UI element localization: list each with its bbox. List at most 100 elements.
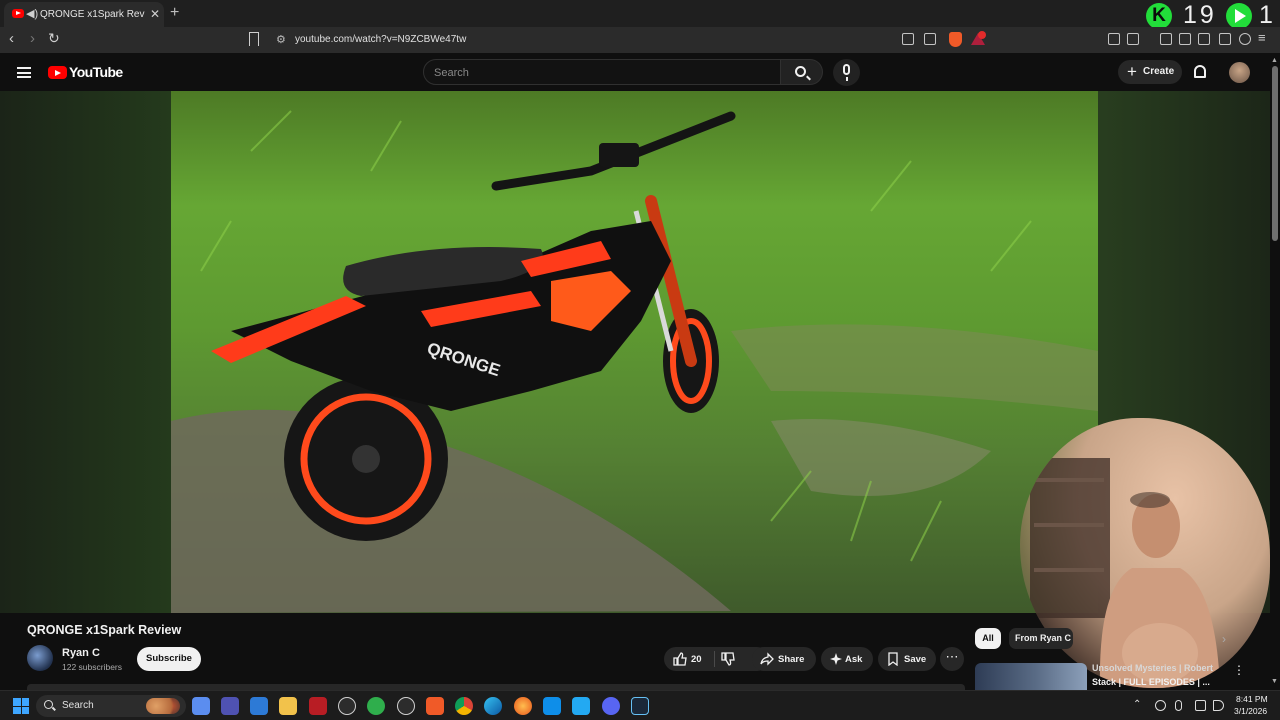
kick-counter: 19 <box>1183 1 1217 29</box>
r-app-icon[interactable] <box>250 697 268 715</box>
page-scrollbar[interactable] <box>1270 56 1280 690</box>
taskbar-search-label: Search <box>62 700 94 711</box>
steam-app-icon[interactable] <box>631 697 649 715</box>
leo-ai-icon[interactable] <box>1219 33 1231 45</box>
github-app-icon[interactable] <box>397 697 415 715</box>
extensions-icon[interactable] <box>1108 33 1120 45</box>
new-tab-button[interactable]: + <box>170 4 179 22</box>
scrollbar-thumb[interactable] <box>1272 66 1278 241</box>
search-box[interactable] <box>423 59 781 85</box>
video-title: QRONGE x1Spark Review <box>27 623 182 637</box>
save-button[interactable]: Save <box>878 647 936 671</box>
windows-start-icon[interactable] <box>13 698 29 714</box>
save-bookmark-icon <box>888 652 898 666</box>
search-button[interactable] <box>781 59 823 85</box>
microphone-tray-icon[interactable] <box>1175 700 1182 711</box>
vpn-icon[interactable] <box>1239 33 1251 45</box>
ask-button[interactable]: Ask <box>821 647 873 671</box>
thumbs-up-icon[interactable] <box>673 652 687 666</box>
vscode-app-icon[interactable] <box>572 697 590 715</box>
teamviewer-app-icon[interactable] <box>543 697 561 715</box>
youtube-logo-icon[interactable] <box>48 66 67 79</box>
browser-tab-bar: ◀) QRONGE x1Spark Review - YouTube ✕ + K… <box>0 0 1280 29</box>
video-player[interactable]: QRONGE <box>171 91 1098 613</box>
clock-app-icon[interactable] <box>338 697 356 715</box>
chip-from-channel[interactable]: From Ryan C <box>1009 628 1073 649</box>
file-explorer-icon[interactable] <box>279 697 297 715</box>
teams-app-icon[interactable] <box>221 697 239 715</box>
taskbar-search[interactable]: Search <box>36 695 186 717</box>
firefox-app-icon[interactable] <box>514 697 532 715</box>
share-label: Share <box>778 654 805 665</box>
brave-shield-icon[interactable] <box>949 32 962 47</box>
scroll-down-icon[interactable]: ▼ <box>1271 678 1278 685</box>
share-button[interactable]: Share <box>752 647 816 671</box>
thumbs-down-icon[interactable] <box>721 652 735 666</box>
voice-search-button[interactable] <box>833 59 860 86</box>
play-logo-icon <box>1226 3 1252 29</box>
channel-avatar[interactable] <box>27 645 53 671</box>
create-button[interactable]: + Create <box>1118 60 1182 84</box>
play-counter: 1 <box>1259 1 1273 29</box>
like-divider <box>714 651 715 667</box>
chevron-right-icon[interactable]: › <box>1222 632 1226 646</box>
reader-icon[interactable] <box>1198 33 1210 45</box>
youtube-header: YouTube + Create <box>0 53 1280 91</box>
channel-name[interactable]: Ryan C <box>62 647 100 659</box>
site-settings-icon[interactable]: ⚙ <box>276 33 286 46</box>
reload-icon[interactable]: ↻ <box>48 30 60 47</box>
forward-icon[interactable]: › <box>30 30 35 47</box>
recommendation-title-line2[interactable]: Stack | FULL EPISODES | ... <box>1092 677 1222 687</box>
back-icon[interactable]: ‹ <box>9 30 14 47</box>
like-count[interactable]: 20 <box>691 654 702 665</box>
widgets-app-icon[interactable] <box>192 697 210 715</box>
url-field[interactable]: youtube.com/watch?v=N9ZCBWe47tw <box>295 34 466 45</box>
speaker-icon[interactable]: ◀) <box>26 7 38 20</box>
subscribe-button[interactable]: Subscribe <box>137 647 201 671</box>
sidebar-icon[interactable] <box>1179 33 1191 45</box>
browser-tab[interactable]: ◀) QRONGE x1Spark Review - YouTube ✕ <box>4 2 164 27</box>
youtube-logo-text[interactable]: YouTube <box>69 64 123 80</box>
start-tile <box>21 698 29 706</box>
media-icon[interactable] <box>1160 33 1172 45</box>
netflix-app-icon[interactable] <box>309 697 327 715</box>
browser-toolbar: ‹ › ↻ ⚙ youtube.com/watch?v=N9ZCBWe47tw … <box>0 27 1280 53</box>
brave-app-icon[interactable] <box>426 697 444 715</box>
start-tile <box>13 706 21 714</box>
share-page-icon[interactable] <box>924 33 936 45</box>
browser-menu-icon[interactable]: ≡ <box>1258 30 1266 45</box>
more-actions-button[interactable]: ⋯ <box>940 647 964 671</box>
recommendation-more-icon[interactable]: ⋮ <box>1233 663 1245 677</box>
volume-icon[interactable] <box>1213 700 1224 711</box>
notifications-bell-icon[interactable] <box>1194 65 1206 78</box>
subscriber-count: 122 subscribers <box>62 662 123 672</box>
share-arrow-icon <box>760 652 774 666</box>
scroll-up-icon[interactable]: ▲ <box>1271 57 1278 64</box>
discord-app-icon[interactable] <box>602 697 620 715</box>
wallet-icon[interactable] <box>1127 33 1139 45</box>
save-label: Save <box>904 654 927 665</box>
search-highlight-icon <box>146 698 180 714</box>
clock-time[interactable]: 8:41 PM <box>1236 694 1268 704</box>
search-input[interactable] <box>434 65 764 80</box>
vpn-app-icon[interactable] <box>367 697 385 715</box>
microphone-icon <box>843 64 850 81</box>
recommendation-thumbnail[interactable] <box>975 663 1087 690</box>
start-tile <box>21 706 29 714</box>
windows-taskbar: Search ⌃ 8:41 PM 3/1/2026 <box>0 690 1280 720</box>
hamburger-menu-icon[interactable] <box>17 67 31 78</box>
tray-overflow-icon[interactable]: ⌃ <box>1133 699 1141 710</box>
close-tab-icon[interactable]: ✕ <box>150 7 160 21</box>
sync-icon[interactable] <box>1155 700 1166 711</box>
chip-all[interactable]: All <box>975 628 1001 649</box>
clock-date[interactable]: 3/1/2026 <box>1234 706 1267 716</box>
edge-app-icon[interactable] <box>484 697 502 715</box>
bookmark-icon[interactable] <box>249 32 259 46</box>
create-label: Create <box>1143 66 1175 77</box>
ask-label: Ask <box>845 654 863 665</box>
account-avatar[interactable] <box>1229 62 1250 83</box>
cast-icon[interactable] <box>902 33 914 45</box>
network-icon[interactable] <box>1195 700 1206 711</box>
recommendation-title-line1[interactable]: Unsolved Mysteries | Robert <box>1092 663 1222 673</box>
chrome-app-icon[interactable] <box>455 697 473 715</box>
